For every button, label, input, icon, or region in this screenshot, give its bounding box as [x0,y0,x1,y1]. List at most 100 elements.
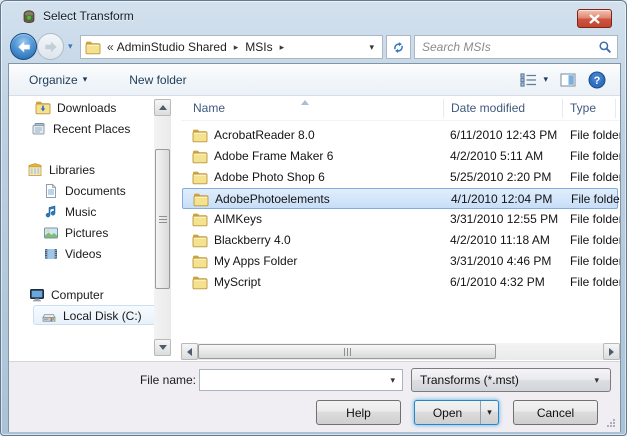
file-name-cell: AcrobatReader 8.0 [214,128,315,142]
chevron-down-icon[interactable]: ▾ [387,375,398,386]
breadcrumb-item-msis[interactable]: MSIs [245,40,272,54]
scroll-down-icon [159,345,167,350]
file-name-cell: AdobePhotoelements [215,192,330,206]
column-separator[interactable] [562,99,563,118]
recent-places-icon [31,121,47,137]
search-box [414,35,618,59]
folder-icon [192,232,208,248]
music-icon [43,204,59,220]
sidebar-item-music[interactable]: Music [43,201,96,222]
sidebar-item-recent-places[interactable]: Recent Places [31,118,130,139]
sidebar-item-computer[interactable]: Computer [29,284,104,305]
column-header-name[interactable]: Name [193,101,225,115]
organize-menu-button[interactable]: Organize ▾ [21,69,95,91]
list-item[interactable]: AcrobatReader 8.06/11/2010 12:43 PMFile … [182,125,618,146]
scroll-left-icon [187,348,192,356]
sidebar-item-label: Pictures [65,226,108,240]
list-item[interactable]: AdobePhotoelements4/1/2010 12:04 PMFile … [182,188,618,209]
file-name-input[interactable] [204,372,387,388]
chevron-down-icon: ▾ [543,74,548,85]
breadcrumb-separator-icon[interactable]: ▸ [227,42,246,53]
help-button[interactable]: Help [316,400,401,425]
close-button[interactable] [577,9,612,28]
change-view-button[interactable]: ▾ [520,73,548,87]
list-item[interactable]: MyScript6/1/2010 4:32 PMFile folder [182,272,618,293]
column-header-type[interactable]: Type [570,101,596,115]
sidebar-item-documents[interactable]: Documents [43,180,126,201]
date-modified-cell: 6/11/2010 12:43 PM [450,128,557,142]
file-type-dropdown[interactable]: Transforms (*.mst) ▾ [411,368,611,392]
file-name-cell: Blackberry 4.0 [214,233,291,247]
help-icon: ? [588,71,606,89]
search-icon[interactable] [598,40,612,54]
file-name-cell: MyScript [214,275,261,289]
file-type-value: Transforms (*.mst) [420,373,591,387]
open-button[interactable]: Open ▾ [414,400,499,425]
help-label: Help [346,406,371,420]
cancel-button[interactable]: Cancel [513,400,598,425]
preview-pane-icon [560,73,576,87]
view-list-icon [520,73,538,87]
forward-button[interactable] [37,33,64,60]
dialog-content: Organize ▾ New folder ▾ ? Downl [8,63,621,432]
close-icon [588,14,601,24]
file-name-cell: My Apps Folder [214,254,297,268]
back-button[interactable] [10,33,37,60]
sidebar-item-local-disk-c[interactable]: Local Disk (C:) [41,305,142,326]
search-input[interactable] [420,39,598,55]
sidebar-item-libraries[interactable]: Libraries [27,159,95,180]
breadcrumb-separator-icon[interactable]: ▸ [273,42,292,53]
file-list-pane: Name Date modified Type AcrobatReader 8.… [181,97,620,360]
list-item[interactable]: Adobe Photo Shop 65/25/2010 2:20 PMFile … [182,167,618,188]
address-breadcrumb[interactable]: « AdminStudio Shared ▸ MSIs ▸ ▾ [80,35,383,59]
scroll-down-button[interactable] [154,339,171,356]
file-name-cell: Adobe Photo Shop 6 [214,170,325,184]
sidebar-item-label: Libraries [49,163,95,177]
chevron-down-icon: ▾ [83,74,88,85]
list-item[interactable]: My Apps Folder3/31/2010 4:46 PMFile fold… [182,251,618,272]
address-dropdown-icon[interactable]: ▾ [369,42,378,53]
navigation-bar: ▾ « AdminStudio Shared ▸ MSIs ▸ ▾ [9,32,620,62]
sidebar-vertical-scrollbar[interactable] [154,99,171,356]
sidebar-item-videos[interactable]: Videos [43,243,101,264]
file-name-combo: ▾ [199,369,403,391]
column-header-date-modified[interactable]: Date modified [451,101,525,115]
local-disk-icon [41,308,57,324]
scroll-up-button[interactable] [154,99,171,116]
breadcrumb-item-adminstudio-shared[interactable]: AdminStudio Shared [117,40,227,54]
organize-label: Organize [29,73,78,87]
breadcrumb-overflow-chevron[interactable]: « [101,40,117,54]
folder-icon [192,127,208,143]
scroll-right-button[interactable] [603,343,620,360]
new-folder-button[interactable]: New folder [121,69,194,91]
column-separator[interactable] [615,99,616,118]
date-modified-cell: 4/2/2010 11:18 AM [450,233,550,247]
sidebar-item-downloads[interactable]: Downloads [35,97,116,118]
open-split-dropdown[interactable]: ▾ [480,401,498,424]
sidebar-item-label: Local Disk (C:) [63,309,142,323]
computer-icon [29,287,45,303]
list-item[interactable]: AIMKeys3/31/2010 12:55 PMFile folder [182,209,618,230]
resize-grip-icon[interactable] [606,418,616,428]
list-horizontal-scrollbar[interactable] [181,343,620,360]
scrollbar-thumb[interactable] [155,149,170,289]
recent-pages-dropdown[interactable]: ▾ [68,41,73,52]
scroll-left-button[interactable] [181,343,198,360]
scrollbar-thumb[interactable] [198,344,496,359]
forward-arrow-icon [44,41,58,53]
main-panes: DownloadsRecent Places Libraries Documents… [9,97,620,360]
help-button-toolbar[interactable]: ? [588,71,606,89]
downloads-icon [35,100,51,116]
window-title: Select Transform [43,9,134,23]
titlebar[interactable]: Select Transform [1,1,626,31]
list-item[interactable]: Blackberry 4.04/2/2010 11:18 AMFile fold… [182,230,618,251]
column-separator[interactable] [443,99,444,118]
refresh-button[interactable] [386,35,411,59]
open-label[interactable]: Open [415,401,480,424]
list-item[interactable]: Adobe Frame Maker 64/2/2010 5:11 AMFile … [182,146,618,167]
date-modified-cell: 3/31/2010 4:46 PM [450,254,551,268]
preview-pane-button[interactable] [560,73,576,87]
folder-icon [85,39,101,55]
type-cell: File folder [570,149,620,163]
sidebar-item-pictures[interactable]: Pictures [43,222,108,243]
